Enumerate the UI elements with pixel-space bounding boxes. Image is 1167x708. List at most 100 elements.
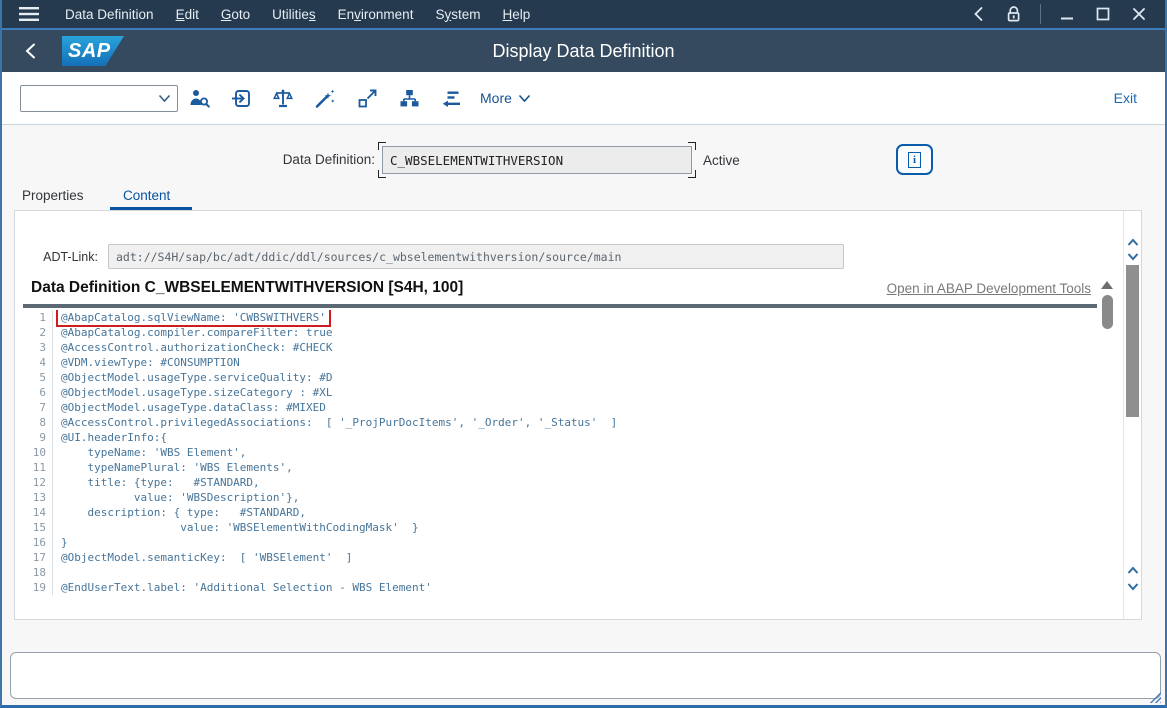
menu-item[interactable]: Goto: [210, 2, 261, 27]
code-text: @ObjectModel.usageType.serviceQuality: #…: [58, 370, 336, 385]
minimize-icon[interactable]: [1057, 4, 1077, 24]
exit-button[interactable]: Exit: [1114, 90, 1137, 106]
resize-icon[interactable]: [346, 81, 388, 115]
code-text: @AbapCatalog.compiler.compareFilter: tru…: [58, 325, 336, 340]
line-number: 12: [23, 475, 53, 490]
selection-corner: [688, 142, 696, 150]
info-icon: i: [908, 152, 921, 168]
code-line: 12 title: {type: #STANDARD,: [23, 475, 1097, 490]
code-line: 4 @VDM.viewType: #CONSUMPTION: [23, 355, 1097, 370]
hamburger-menu-icon[interactable]: [14, 6, 44, 22]
scroll-up-arrow-icon[interactable]: [1101, 281, 1113, 289]
code-line: 19 @EndUserText.label: 'Additional Selec…: [23, 580, 1097, 595]
code-line: 15 value: 'WBSElementWithCodingMask' }: [23, 520, 1097, 535]
line-number: 18: [23, 565, 53, 580]
chevron-down-icon: [518, 94, 531, 103]
code-line: 18: [23, 565, 1097, 580]
code-line: 7 @ObjectModel.usageType.dataClass: #MIX…: [23, 400, 1097, 415]
line-number: 19: [23, 580, 53, 595]
menu-item[interactable]: System: [424, 2, 491, 27]
code-text: value: 'WBSDescription'},: [58, 490, 302, 505]
code-text: @VDM.viewType: #CONSUMPTION: [58, 355, 243, 370]
code-scrollbar[interactable]: [1099, 277, 1115, 577]
line-number: 9: [23, 430, 53, 445]
code-text: [58, 565, 64, 580]
status-active-label: Active: [703, 153, 740, 168]
code-text: @ObjectModel.usageType.dataClass: #MIXED: [58, 400, 329, 415]
menu-item-list: Data DefinitionEditGotoUtilitiesEnvironm…: [54, 2, 541, 27]
chevron-down-icon[interactable]: [158, 94, 171, 103]
back-chevron-icon[interactable]: [968, 4, 988, 24]
menu-item[interactable]: Environment: [327, 2, 425, 27]
code-line: 8 @AccessControl.privilegedAssociations:…: [23, 415, 1097, 430]
line-number: 11: [23, 460, 53, 475]
line-number: 13: [23, 490, 53, 505]
code-line: 13 value: 'WBSDescription'},: [23, 490, 1097, 505]
code-line: 2 @AbapCatalog.compiler.compareFilter: t…: [23, 325, 1097, 340]
line-number: 6: [23, 385, 53, 400]
tab-properties[interactable]: Properties: [22, 188, 84, 203]
command-input[interactable]: [27, 91, 158, 105]
data-definition-input[interactable]: [383, 147, 691, 173]
selection-corner: [378, 142, 386, 150]
adt-link-input[interactable]: [109, 245, 843, 268]
data-definition-field[interactable]: [382, 146, 692, 174]
code-text: }: [58, 535, 71, 550]
line-number: 7: [23, 400, 53, 415]
code-line: 10 typeName: 'WBS Element',: [23, 445, 1097, 460]
panel-scrollbar[interactable]: [1123, 211, 1141, 619]
scroll-up-icon[interactable]: [1124, 235, 1142, 249]
code-text: @EndUserText.label: 'Additional Selectio…: [58, 580, 435, 595]
line-number: 17: [23, 550, 53, 565]
code-line: 16 }: [23, 535, 1097, 550]
menu-item[interactable]: Edit: [165, 2, 210, 27]
code-text: @AccessControl.privilegedAssociations: […: [58, 415, 620, 430]
selection-corner: [688, 170, 696, 178]
maximize-icon[interactable]: [1093, 4, 1113, 24]
open-in-adt-link[interactable]: Open in ABAP Development Tools: [887, 281, 1091, 296]
info-button[interactable]: i: [896, 144, 933, 175]
unlock-icon[interactable]: [1004, 4, 1024, 24]
navigate-icon[interactable]: [220, 81, 262, 115]
code-text: description: { type: #STANDARD,: [58, 505, 309, 520]
menu-item[interactable]: Utilities: [261, 2, 327, 27]
code-line: 17 @ObjectModel.semanticKey: [ 'WBSEleme…: [23, 550, 1097, 565]
status-message-box: [10, 652, 1161, 699]
scroll-up-icon[interactable]: [1124, 563, 1142, 577]
code-text: @AccessControl.authorizationCheck: #CHEC…: [58, 340, 336, 355]
pretty-printer-icon[interactable]: [304, 81, 346, 115]
splitter-bar[interactable]: [23, 304, 1097, 308]
document-header: Data Definition C_WBSELEMENTWITHVERSION …: [15, 273, 1115, 304]
hierarchy-icon[interactable]: [388, 81, 430, 115]
tab-content[interactable]: Content: [123, 188, 170, 203]
scroll-down-icon[interactable]: [1124, 579, 1142, 593]
scroll-down-icon[interactable]: [1124, 249, 1142, 263]
close-icon[interactable]: [1129, 4, 1149, 24]
line-number: 8: [23, 415, 53, 430]
back-icon[interactable]: [18, 39, 42, 63]
menu-item[interactable]: Data Definition: [54, 2, 165, 27]
code-text: @UI.headerInfo:{: [58, 430, 170, 445]
application-toolbar: More Exit: [2, 72, 1165, 125]
code-text: @AbapCatalog.sqlViewName: 'CWBSWITHVERS': [58, 310, 329, 325]
display-object-icon[interactable]: [178, 81, 220, 115]
sap-gui-window: Data DefinitionEditGotoUtilitiesEnvironm…: [0, 0, 1167, 708]
code-line: 9 @UI.headerInfo:{: [23, 430, 1097, 445]
more-button[interactable]: More: [480, 90, 531, 106]
code-text: @ObjectModel.semanticKey: [ 'WBSElement'…: [58, 550, 355, 565]
check-scales-icon[interactable]: [262, 81, 304, 115]
menu-item[interactable]: Help: [491, 2, 541, 27]
line-number: 16: [23, 535, 53, 550]
content-panel: ADT-Link: Data Definition C_WBSELEMENTWI…: [14, 210, 1142, 620]
adt-link-field[interactable]: [108, 244, 844, 269]
command-combobox[interactable]: [20, 85, 178, 112]
line-number: 15: [23, 520, 53, 535]
code-line: 14 description: { type: #STANDARD,: [23, 505, 1097, 520]
scrollbar-thumb[interactable]: [1126, 265, 1139, 417]
scrollbar-thumb[interactable]: [1102, 295, 1113, 329]
sort-icon[interactable]: [430, 81, 472, 115]
sap-logo: SAP: [62, 36, 124, 66]
code-text: title: {type: #STANDARD,: [58, 475, 263, 490]
line-number: 1: [23, 310, 53, 325]
page-title: Display Data Definition: [2, 41, 1165, 62]
